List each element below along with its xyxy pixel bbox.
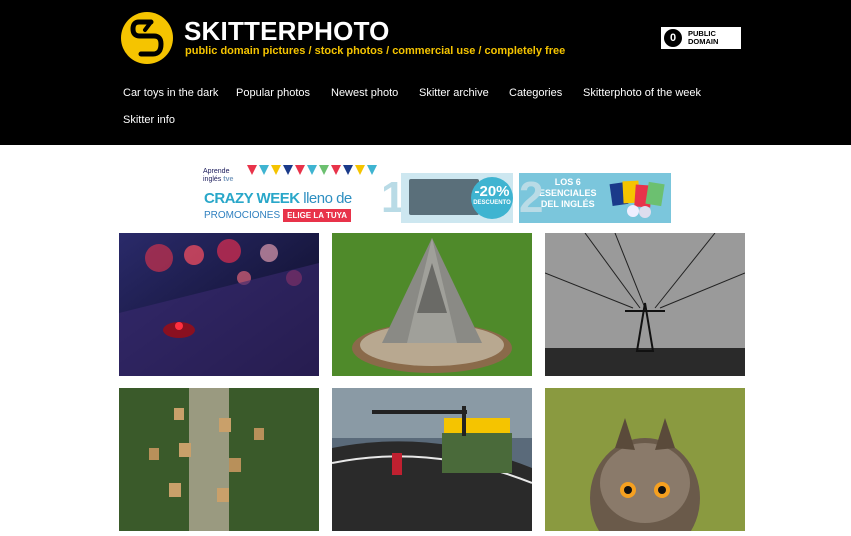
- photo-power-line[interactable]: [545, 233, 745, 376]
- site-tagline: public domain pictures / stock photos / …: [185, 45, 566, 57]
- ad-left-panel: Aprende inglés tve CRAZY WEEK lleno de P…: [189, 163, 389, 224]
- ad-essentials-text: LOS 6 ESENCIALES DEL INGLÉS: [539, 177, 597, 209]
- nav-item-car-toys[interactable]: Car toys in the dark: [123, 87, 218, 99]
- site-title[interactable]: SKITTERPHOTO: [184, 16, 390, 47]
- nav-item-newest-photo[interactable]: Newest photo: [331, 87, 398, 99]
- nav-item-categories[interactable]: Categories: [509, 87, 562, 99]
- books-icon: [609, 180, 665, 218]
- discount-badge: -20% DESCUENTO: [471, 177, 513, 219]
- nav-item-skitterphoto-of-the-week[interactable]: Skitterphoto of the week: [583, 87, 701, 99]
- ad-number-2: 2: [519, 173, 544, 222]
- nav-item-skitter-info[interactable]: Skitter info: [123, 114, 175, 126]
- photo-slot-cars[interactable]: [332, 388, 532, 531]
- public-domain-label: PUBLIC DOMAIN: [688, 29, 719, 46]
- photo-owl[interactable]: [545, 388, 745, 531]
- ad-brand: Aprende inglés tve: [203, 168, 234, 183]
- public-domain-badge[interactable]: 0 PUBLIC DOMAIN: [661, 27, 741, 49]
- ad-promo: PROMOCIONES ELIGE LA TUYA: [204, 209, 351, 222]
- skitterphoto-logo-icon[interactable]: [121, 12, 173, 64]
- ad-people-image: [409, 179, 479, 215]
- photo-shoe-pile[interactable]: [332, 233, 532, 376]
- ad-discount-panel: -20% DESCUENTO: [401, 173, 513, 223]
- ad-headline: CRAZY WEEK lleno de: [204, 190, 352, 207]
- nav-item-popular-photos[interactable]: Popular photos: [236, 87, 310, 99]
- ad-cta-button[interactable]: ELIGE LA TUYA: [283, 209, 351, 222]
- photo-car-toys[interactable]: [119, 233, 319, 376]
- zero-icon: 0: [664, 29, 682, 47]
- site-header: SKITTERPHOTO public domain pictures / st…: [0, 0, 851, 145]
- photo-birdhouses[interactable]: [119, 388, 319, 531]
- bunting-flags-icon: [247, 165, 377, 175]
- nav-item-skitter-archive[interactable]: Skitter archive: [419, 87, 489, 99]
- ad-banner[interactable]: Aprende inglés tve CRAZY WEEK lleno de P…: [189, 163, 672, 224]
